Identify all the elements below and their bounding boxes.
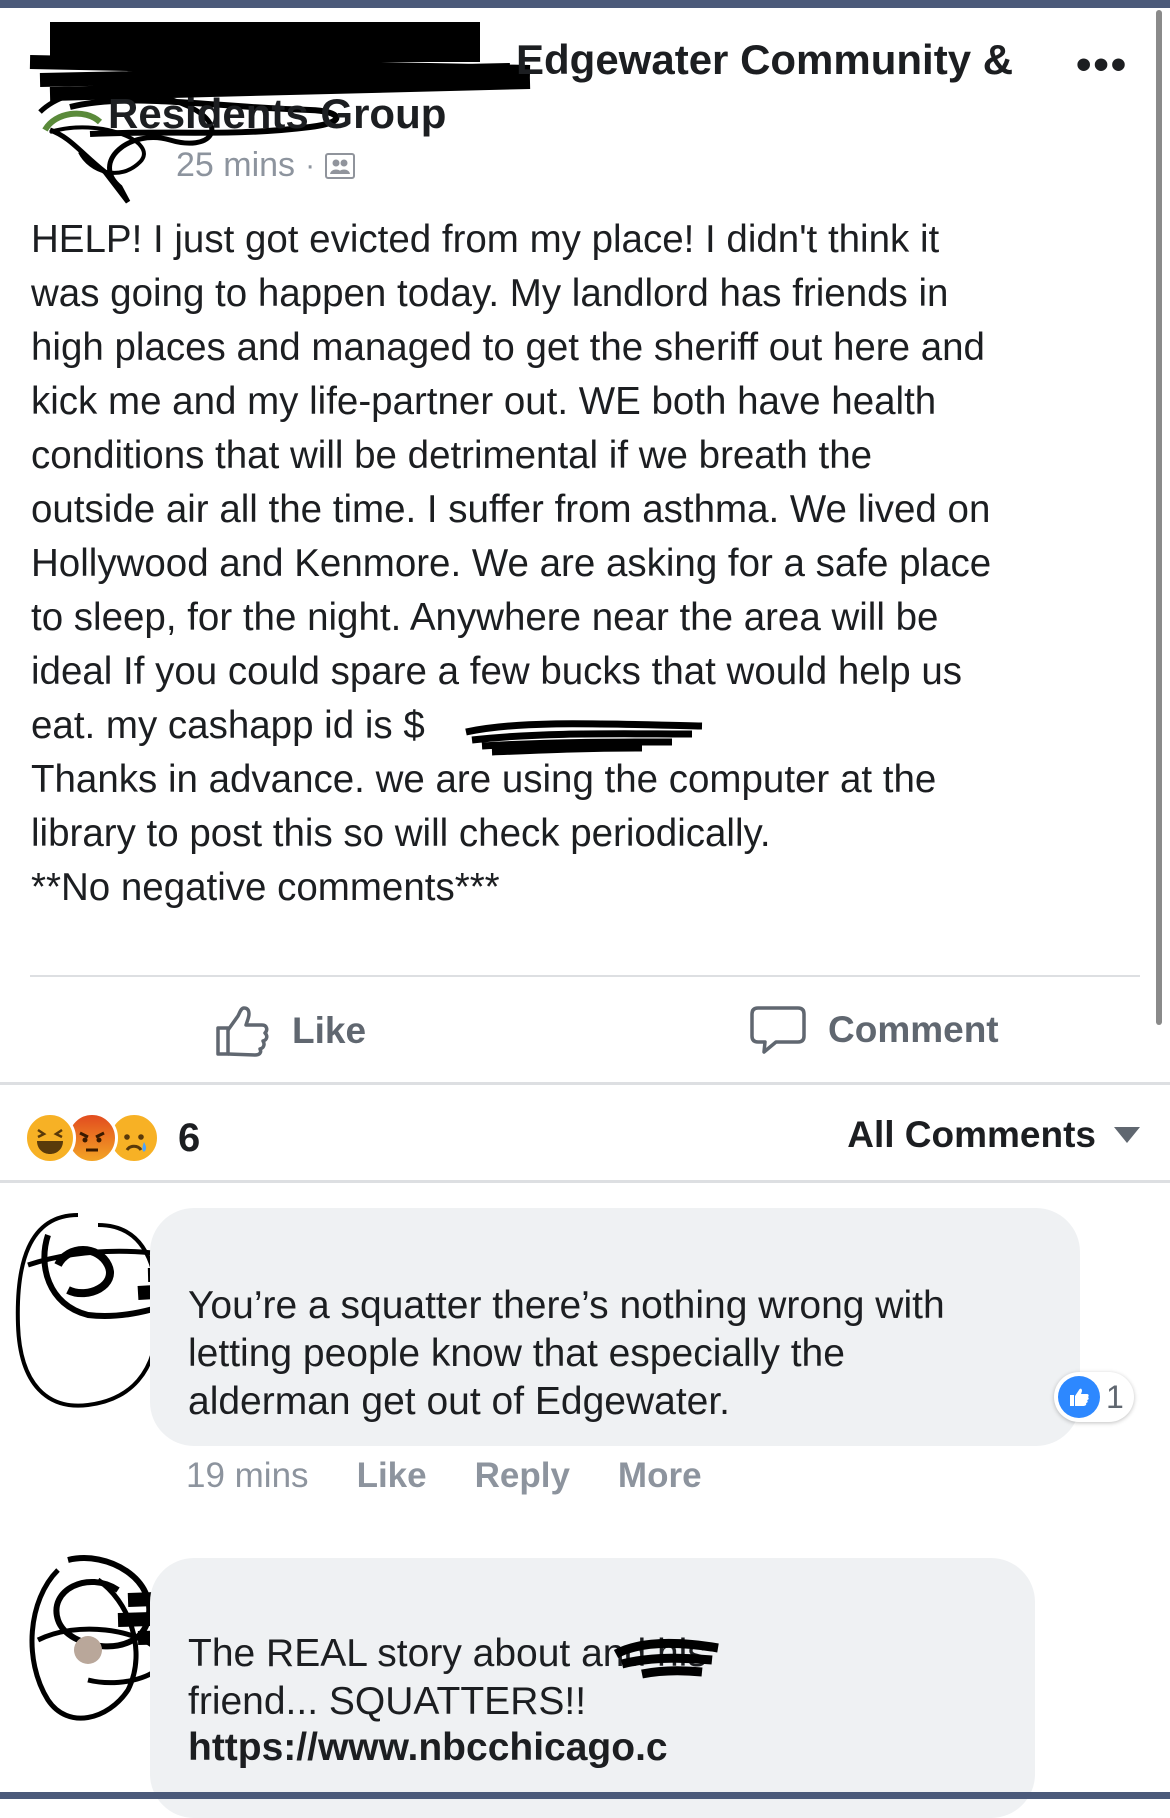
group-audience-icon — [325, 152, 356, 179]
sort-divider — [0, 1180, 1170, 1183]
like-reaction-icon — [1058, 1376, 1100, 1418]
bottom-bar — [0, 1792, 1170, 1799]
comment-time[interactable]: 19 mins — [186, 1456, 309, 1496]
comment-like-button[interactable]: Like — [357, 1456, 427, 1496]
comment-sort-dropdown[interactable]: All Comments — [847, 1114, 1140, 1156]
scrollbar[interactable] — [1156, 10, 1162, 1025]
comment-sort-label: All Comments — [847, 1114, 1096, 1155]
comment-button[interactable]: Comment — [750, 1004, 999, 1056]
redacted-name-scribble — [613, 1638, 719, 1679]
comment-text: You’re a squatter there’s nothing wrong … — [188, 1284, 945, 1423]
post-meta: 25 mins · — [176, 146, 356, 185]
like-button[interactable]: Like — [214, 1004, 366, 1058]
group-name[interactable]: Edgewater Community & — [516, 36, 1013, 84]
section-divider — [0, 1082, 1170, 1085]
comment-like-count: 1 — [1106, 1378, 1124, 1415]
redacted-cashapp-scribble — [465, 720, 703, 756]
comment-like-badge[interactable]: 1 — [1054, 1372, 1134, 1422]
more-options-icon[interactable]: ••• — [1076, 43, 1128, 87]
meta-separator: · — [305, 148, 316, 182]
chevron-down-icon — [1114, 1127, 1140, 1143]
like-label: Like — [292, 1010, 367, 1051]
reaction-count: 6 — [178, 1115, 201, 1160]
comment-link[interactable]: https://www.nbcchicago.c — [188, 1726, 668, 1770]
comment-label: Comment — [828, 1009, 999, 1050]
comment-more-button[interactable]: More — [618, 1456, 702, 1496]
comment-meta: 19 mins Like Reply More — [186, 1456, 702, 1496]
group-name-line-2[interactable]: Residents Group — [108, 90, 446, 138]
post-time[interactable]: 25 mins — [176, 146, 295, 185]
post-body-text: HELP! I just got evicted from my place! … — [31, 218, 992, 909]
comment-bubble-icon — [750, 1006, 806, 1054]
thumbs-up-icon — [216, 1006, 269, 1057]
post-divider — [30, 975, 1140, 977]
comment-reply-button[interactable]: Reply — [475, 1456, 570, 1496]
reactions-summary[interactable]: 6 — [24, 1112, 200, 1164]
haha-icon — [24, 1112, 76, 1164]
top-bar — [0, 0, 1170, 8]
